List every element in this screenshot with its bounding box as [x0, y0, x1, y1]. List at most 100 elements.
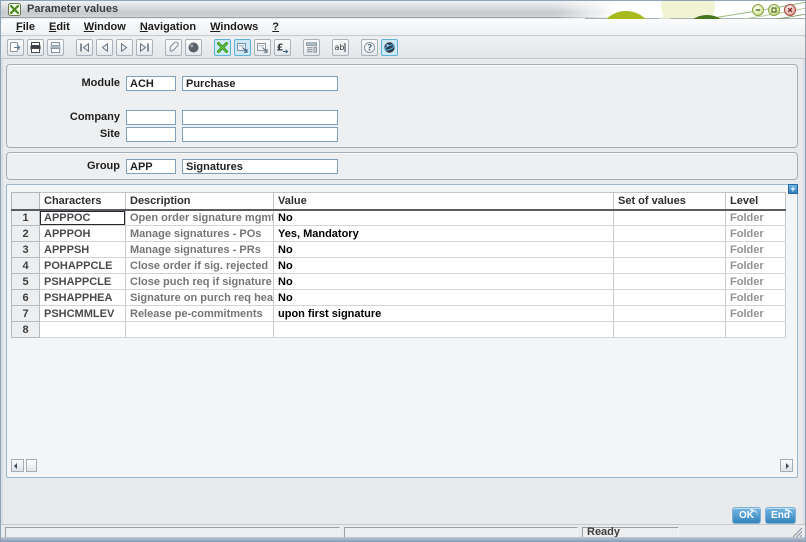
help-button[interactable]: ?: [361, 39, 378, 56]
cell-level[interactable]: Folder: [725, 273, 786, 290]
cell-description[interactable]: Release pe-commitments: [125, 305, 274, 322]
site-description-field[interactable]: [182, 127, 338, 142]
cell-description[interactable]: Close puch req if signature re: [125, 273, 274, 290]
row-number[interactable]: 7: [11, 305, 40, 322]
column-header-set-of-values[interactable]: Set of values: [613, 192, 726, 211]
cell-characters[interactable]: PSHAPPHEA: [39, 289, 126, 306]
cell-characters[interactable]: PSHAPPCLE: [39, 273, 126, 290]
site-code-field[interactable]: [126, 127, 176, 142]
column-header-description[interactable]: Description: [125, 192, 274, 211]
cell-level[interactable]: Folder: [725, 225, 786, 242]
cell-description[interactable]: Open order signature mgmt: [125, 209, 274, 226]
column-header-characters[interactable]: Characters: [39, 192, 126, 211]
cell-description[interactable]: Close order if sig. rejected: [125, 257, 274, 274]
company-description-field[interactable]: [182, 110, 338, 125]
cell-set-of-values[interactable]: [613, 225, 726, 242]
maximize-button[interactable]: [768, 4, 780, 16]
cell-value[interactable]: No: [273, 209, 614, 226]
cell-set-of-values[interactable]: [613, 305, 726, 322]
menu-window[interactable]: Window: [77, 20, 133, 35]
attachments-button[interactable]: [165, 39, 182, 56]
cell-set-of-values[interactable]: [613, 209, 726, 226]
group-code-field[interactable]: [126, 159, 176, 174]
first-record-button[interactable]: [76, 39, 93, 56]
cell-value[interactable]: [273, 321, 614, 338]
previous-record-button[interactable]: [96, 39, 113, 56]
cell-characters[interactable]: APPPOH: [39, 225, 126, 242]
menu-navigation[interactable]: Navigation: [133, 20, 203, 35]
cell-value[interactable]: No: [273, 241, 614, 258]
cell-level[interactable]: Folder: [725, 241, 786, 258]
cell-level[interactable]: Folder: [725, 305, 786, 322]
menu-help[interactable]: ?: [265, 20, 286, 35]
cell-set-of-values[interactable]: [613, 289, 726, 306]
row-number[interactable]: 4: [11, 257, 40, 274]
corner-header[interactable]: [11, 192, 40, 211]
cell-characters[interactable]: POHAPPCLE: [39, 257, 126, 274]
group-description-field[interactable]: [182, 159, 338, 174]
ok-button[interactable]: OK: [732, 507, 761, 524]
print-button[interactable]: [27, 39, 44, 56]
cell-characters[interactable]: PSHCMMLEV: [39, 305, 126, 322]
list-button[interactable]: [303, 39, 320, 56]
cell-description[interactable]: Manage signatures - PRs: [125, 241, 274, 258]
cell-level[interactable]: Folder: [725, 289, 786, 306]
column-header-level[interactable]: Level: [725, 192, 786, 211]
cell-description[interactable]: Manage signatures - POs: [125, 225, 274, 242]
menu-edit[interactable]: Edit: [42, 20, 77, 35]
scrollbar-thumb[interactable]: [26, 459, 37, 472]
company-code-field[interactable]: [126, 110, 176, 125]
selection-window-button[interactable]: [234, 39, 251, 56]
cell-set-of-values[interactable]: [613, 241, 726, 258]
text-edit-button[interactable]: ab: [332, 39, 349, 56]
cell-value[interactable]: No: [273, 273, 614, 290]
exit-button[interactable]: [7, 39, 24, 56]
print-list-button[interactable]: [47, 39, 64, 56]
web-button[interactable]: [381, 39, 398, 56]
scroll-right-button[interactable]: [780, 459, 793, 472]
cell-characters[interactable]: APPPSH: [39, 241, 126, 258]
module-label: Module: [81, 77, 121, 89]
last-record-button[interactable]: [136, 39, 153, 56]
currency-conversion-button[interactable]: £: [274, 39, 291, 56]
cell-value[interactable]: upon first signature: [273, 305, 614, 322]
quick-help-button[interactable]: [185, 39, 202, 56]
expand-table-icon[interactable]: +: [788, 184, 798, 194]
cell-set-of-values[interactable]: [613, 257, 726, 274]
menu-windows[interactable]: Windows: [203, 20, 265, 35]
scroll-left-button[interactable]: [11, 459, 24, 472]
next-record-button[interactable]: [116, 39, 133, 56]
title-bar[interactable]: Parameter values: [1, 1, 805, 18]
cell-value[interactable]: No: [273, 289, 614, 306]
resize-grip[interactable]: [793, 528, 802, 537]
row-number[interactable]: 6: [11, 289, 40, 306]
end-button[interactable]: End: [765, 507, 796, 524]
module-description-field[interactable]: [182, 76, 338, 91]
cell-level[interactable]: [725, 321, 786, 338]
list-icon: [306, 42, 317, 53]
row-number[interactable]: 2: [11, 225, 40, 242]
cell-level[interactable]: Folder: [725, 209, 786, 226]
cell-level[interactable]: Folder: [725, 257, 786, 274]
criteria-button[interactable]: [214, 39, 231, 56]
cell-set-of-values[interactable]: [613, 273, 726, 290]
module-code-field[interactable]: [126, 76, 176, 91]
row-number[interactable]: 3: [11, 241, 40, 258]
cell-description[interactable]: Signature on purch req header: [125, 289, 274, 306]
close-button[interactable]: [784, 4, 796, 16]
cell-value[interactable]: Yes, Mandatory: [273, 225, 614, 242]
horizontal-scrollbar[interactable]: [11, 459, 793, 472]
copy-window-button[interactable]: [254, 39, 271, 56]
minimize-button[interactable]: [752, 4, 764, 16]
row-number[interactable]: 1: [11, 209, 40, 226]
cell-characters[interactable]: APPPOC: [39, 209, 126, 226]
cell-value[interactable]: No: [273, 257, 614, 274]
cell-set-of-values[interactable]: [613, 321, 726, 338]
row-number[interactable]: 5: [11, 273, 40, 290]
cell-characters[interactable]: [39, 321, 126, 338]
menu-file[interactable]: File: [9, 20, 42, 35]
row-number[interactable]: 8: [11, 321, 40, 338]
svg-text:ab: ab: [335, 43, 345, 52]
column-header-value[interactable]: Value: [273, 192, 614, 211]
cell-description[interactable]: [125, 321, 274, 338]
